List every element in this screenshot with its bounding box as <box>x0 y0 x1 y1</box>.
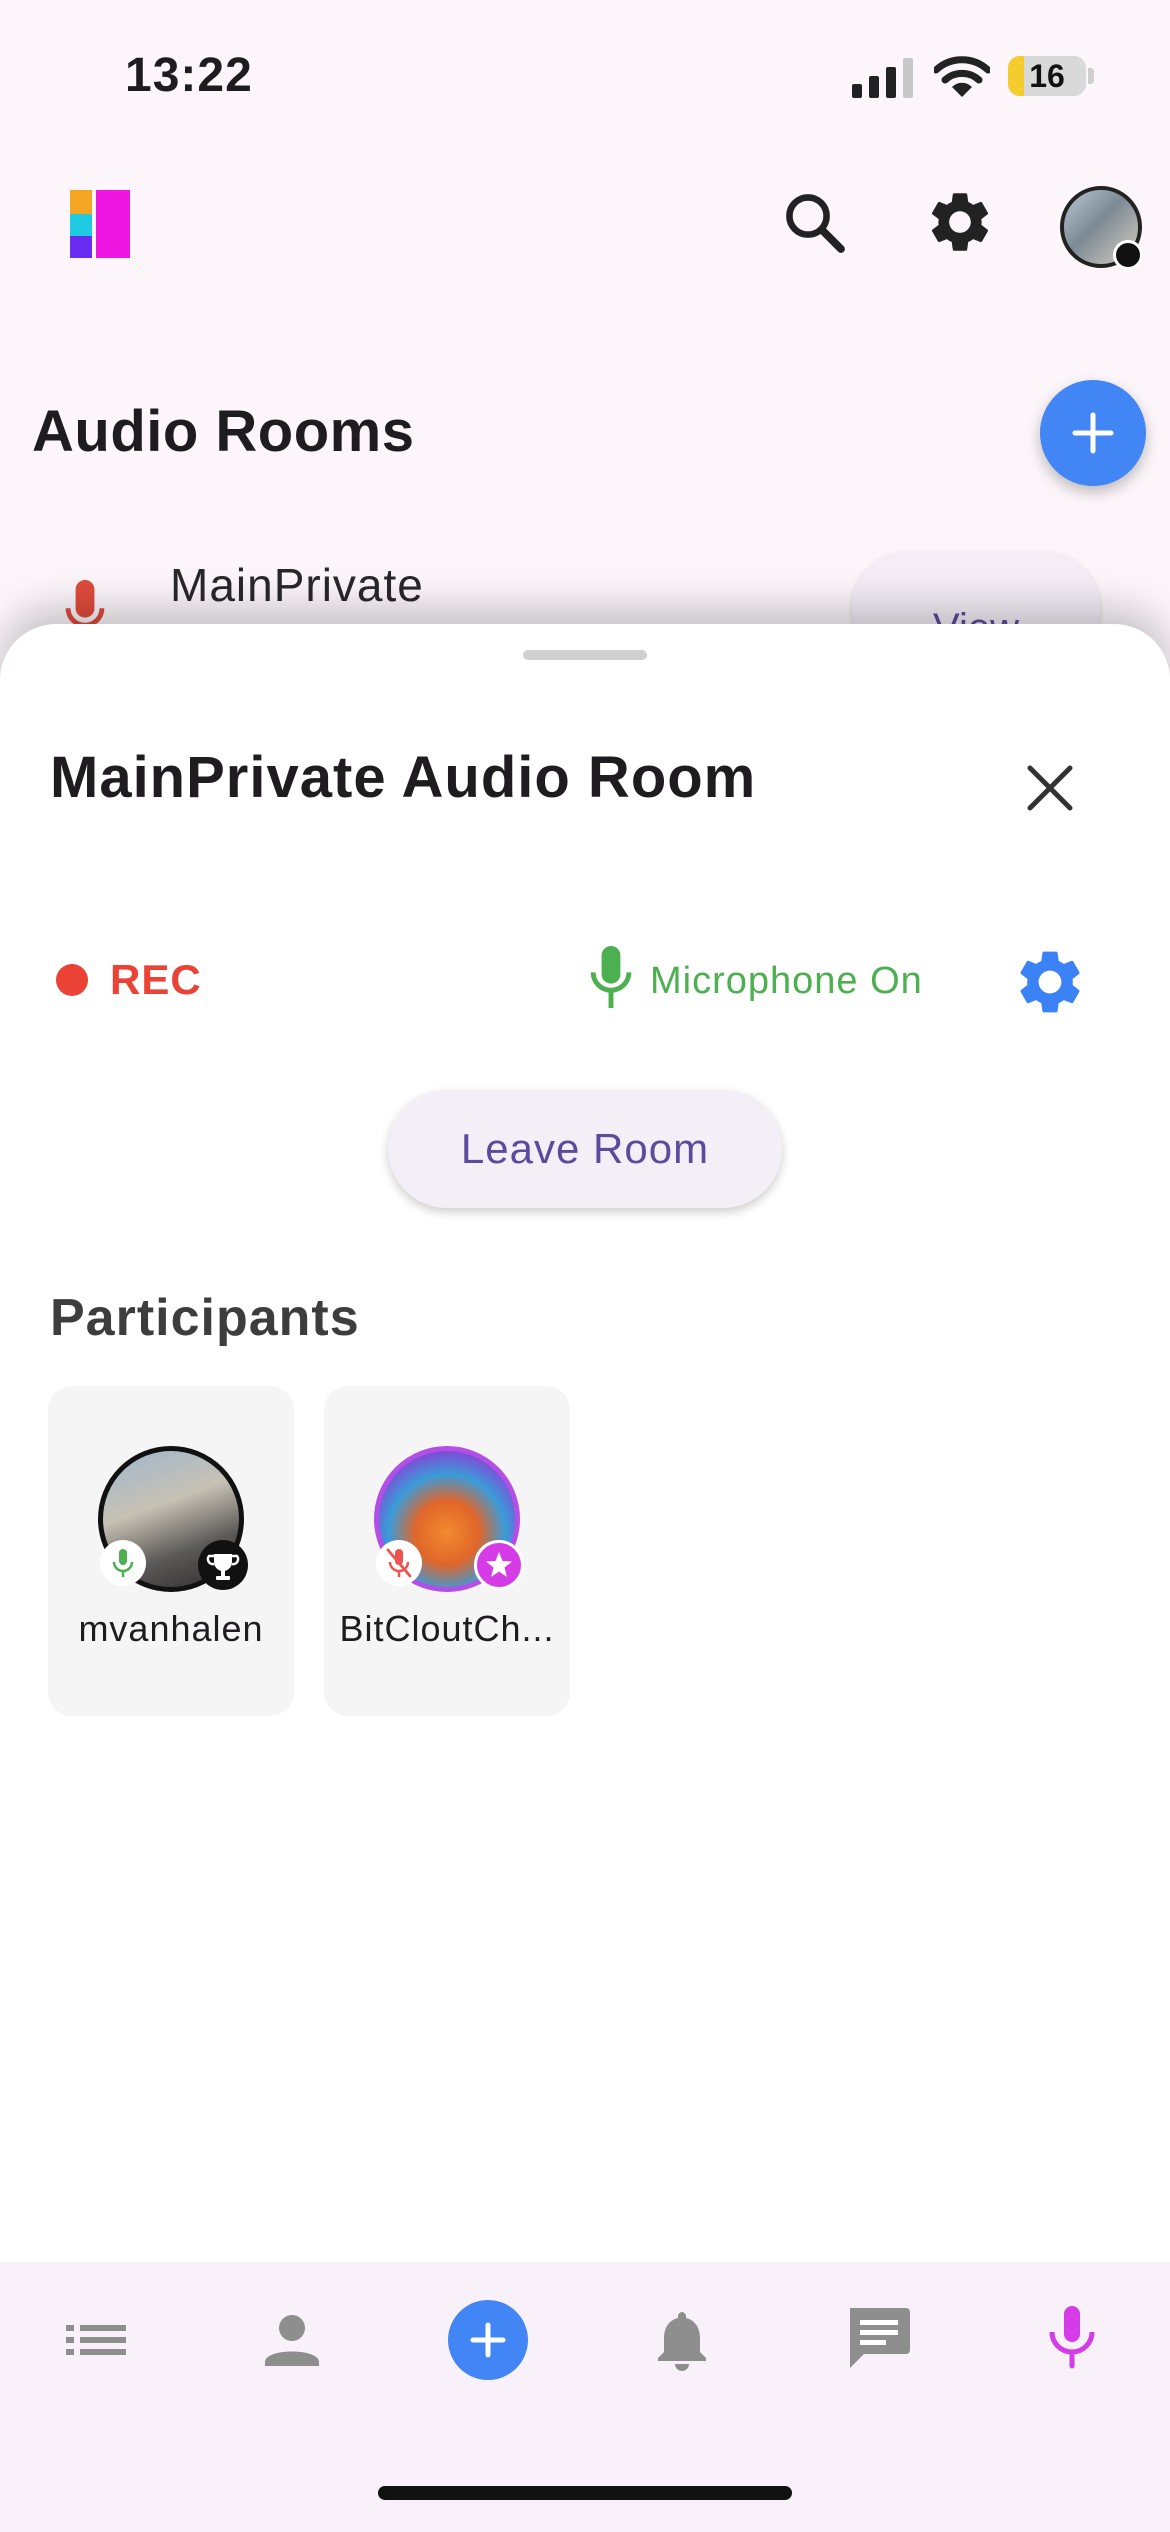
microphone-on-icon[interactable] <box>588 946 634 1010</box>
audio-room-sheet: MainPrivate Audio Room REC Microphone On… <box>0 624 1170 2264</box>
sheet-title: MainPrivate Audio Room <box>50 745 757 810</box>
settings-gear-icon[interactable] <box>924 186 996 258</box>
mic-muted-icon <box>376 1540 422 1586</box>
audio-mic-icon[interactable] <box>1032 2298 1112 2378</box>
app-logo[interactable] <box>70 190 132 258</box>
profile-icon[interactable] <box>252 2300 332 2380</box>
microphone-status[interactable]: Microphone On <box>650 960 923 1003</box>
create-room-button[interactable] <box>1040 380 1146 486</box>
trophy-icon <box>198 1540 248 1590</box>
wifi-icon <box>934 56 990 97</box>
star-icon <box>474 1540 524 1590</box>
participants-heading: Participants <box>50 1289 360 1347</box>
recording-label: REC <box>110 956 202 1003</box>
mic-on-icon <box>100 1540 146 1586</box>
room-name[interactable]: MainPrivate <box>170 558 424 612</box>
recording-dot-icon <box>56 964 88 996</box>
battery-icon: 16 <box>1008 56 1086 96</box>
avatar-badge-icon <box>1113 240 1143 270</box>
messages-icon[interactable] <box>838 2298 918 2378</box>
home-indicator <box>378 2486 792 2500</box>
participant-name: BitCloutCh... <box>339 1608 555 1649</box>
audio-settings-icon[interactable] <box>1012 944 1088 1020</box>
leave-room-button[interactable]: Leave Room <box>388 1090 782 1208</box>
sheet-drag-handle[interactable] <box>523 650 647 660</box>
battery-level: 16 <box>1029 58 1065 94</box>
create-post-button[interactable] <box>448 2300 528 2380</box>
notifications-bell-icon[interactable] <box>642 2300 722 2380</box>
status-time: 13:22 <box>125 49 253 102</box>
participant-name: mvanhalen <box>78 1608 264 1649</box>
feed-list-icon[interactable] <box>56 2300 136 2380</box>
search-icon[interactable] <box>778 186 850 258</box>
plus-icon <box>470 2322 506 2358</box>
participant-card[interactable]: BitCloutCh... <box>324 1386 570 1716</box>
page-title: Audio Rooms <box>32 399 415 464</box>
plus-icon <box>1072 412 1114 454</box>
close-icon[interactable] <box>1010 748 1090 828</box>
participant-card[interactable]: mvanhalen <box>48 1386 294 1716</box>
cellular-signal-icon <box>852 58 913 98</box>
battery-tip <box>1088 68 1094 84</box>
